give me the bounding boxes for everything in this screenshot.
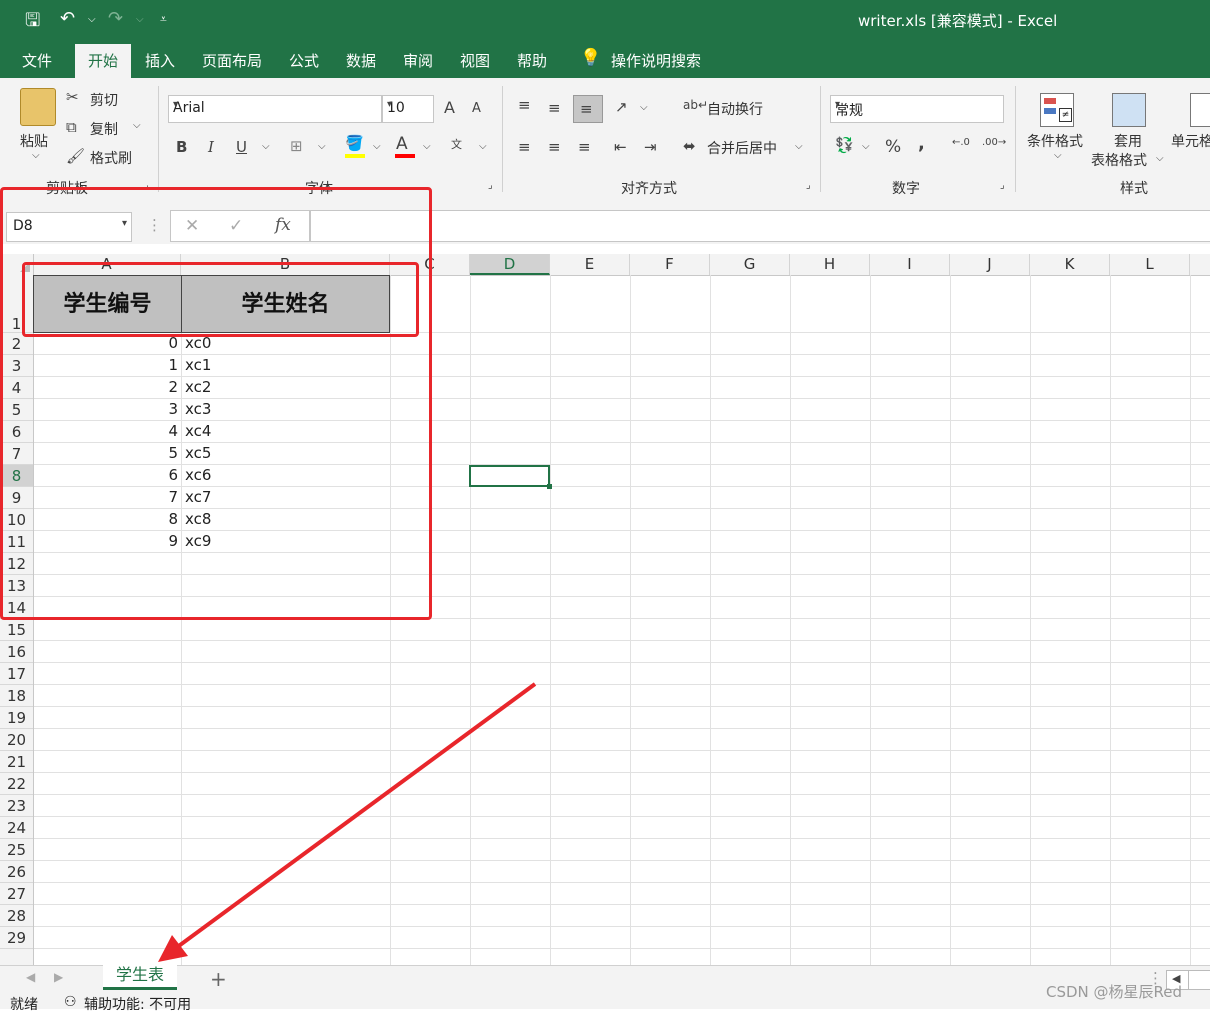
sheet-tab-bar: ◀ ▶ + ⋮ ◀ <box>0 965 1210 994</box>
status-ready: 就绪 <box>10 997 38 1013</box>
annotation-arrow <box>158 682 537 962</box>
accessibility-icon: ⚇ <box>64 994 77 1010</box>
accessibility-status[interactable]: 辅助功能: 不可用 <box>84 994 191 1014</box>
prev-sheet-icon[interactable]: ◀ <box>26 970 35 984</box>
hscroll-track[interactable] <box>1188 970 1210 990</box>
add-sheet-button[interactable]: + <box>210 967 227 991</box>
status-bar: 就绪 ⚇ 辅助功能: 不可用 <box>0 993 1210 1013</box>
next-sheet-icon[interactable]: ▶ <box>54 970 63 984</box>
sheet-tab-students[interactable]: 学生表 <box>103 962 177 990</box>
watermark: CSDN @杨星辰Red <box>1046 983 1183 1001</box>
